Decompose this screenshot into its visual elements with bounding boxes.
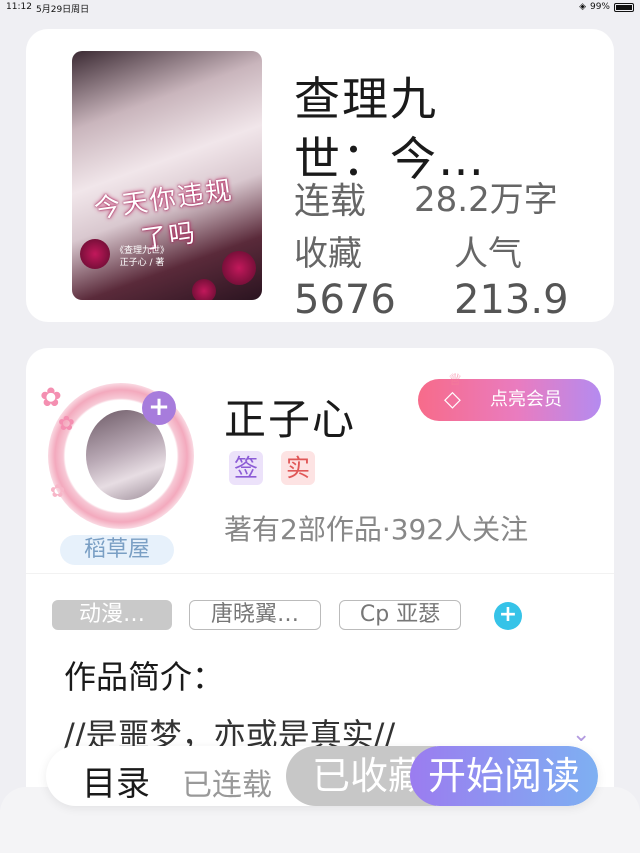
vip-label: 点亮会员 — [490, 389, 562, 410]
status-time: 11:12 — [6, 2, 32, 12]
flower-icon: ✿ — [50, 481, 66, 502]
battery-percent: 99% — [589, 2, 610, 12]
verified-badge: 实 — [281, 451, 315, 485]
book-title: 查理九 世：今… — [294, 69, 494, 189]
tag-item[interactable]: 唐晓翼… — [189, 600, 321, 630]
status-right: ◈ 99% — [579, 2, 634, 12]
toc-button[interactable]: 目录 — [82, 756, 150, 805]
flower-icon: ✿ — [58, 411, 75, 435]
battery-icon — [614, 2, 634, 12]
status-bar: 11:12 5月29日周日 ◈ 99% — [0, 0, 640, 16]
wifi-icon: ◈ — [579, 2, 586, 12]
avatar-tag: 稻草屋 — [60, 535, 174, 565]
serial-status-label: 已连载 — [182, 768, 272, 803]
flower-icon: ✿ — [40, 383, 62, 413]
book-title-line1: 查理九 — [294, 72, 438, 126]
favorites-value: 5676 — [294, 277, 396, 323]
favorites-label: 收藏 — [294, 234, 362, 274]
cover-author-line2: 正子心 / 著 — [119, 257, 165, 268]
status-date: 5月29日周日 — [36, 5, 90, 15]
popularity-label: 人气 — [454, 234, 522, 274]
follow-plus-icon[interactable]: + — [142, 391, 176, 425]
action-bar: 目录 已连载 已收藏 开始阅读 — [46, 746, 598, 806]
tag-item[interactable]: 动漫… — [52, 600, 172, 630]
tag-item[interactable]: Cp 亚瑟 — [339, 600, 461, 630]
start-reading-button[interactable]: 开始阅读 — [410, 746, 598, 806]
cover-author-line1: 《查理九世》 — [114, 246, 169, 256]
book-info-card: 今天你违规了吗 《查理九世》 正子心 / 著 查理九 世：今… 连载 28.2万… — [26, 29, 614, 323]
serial-status: 连载 — [294, 181, 367, 222]
author-meta: 著有2部作品·392人关注 — [224, 513, 529, 546]
add-tag-icon[interactable]: + — [494, 602, 522, 630]
rose-decoration — [222, 251, 256, 285]
chevron-down-icon[interactable]: ⌄ — [572, 722, 590, 747]
rose-decoration — [192, 279, 216, 300]
word-count: 28.2万字 — [414, 180, 558, 220]
divider — [26, 573, 614, 574]
cover-author: 《查理九世》 正子心 / 著 — [92, 246, 192, 269]
author-name[interactable]: 正子心 — [224, 386, 356, 447]
intro-title: 作品简介： — [64, 658, 225, 696]
diamond-icon: ◇ — [444, 387, 461, 412]
vip-button[interactable]: ♕ ◇ 点亮会员 — [418, 370, 601, 421]
popularity-value: 213.9 — [454, 277, 569, 323]
signed-badge: 签 — [229, 451, 263, 485]
book-cover[interactable]: 今天你违规了吗 《查理九世》 正子心 / 著 — [72, 51, 262, 300]
